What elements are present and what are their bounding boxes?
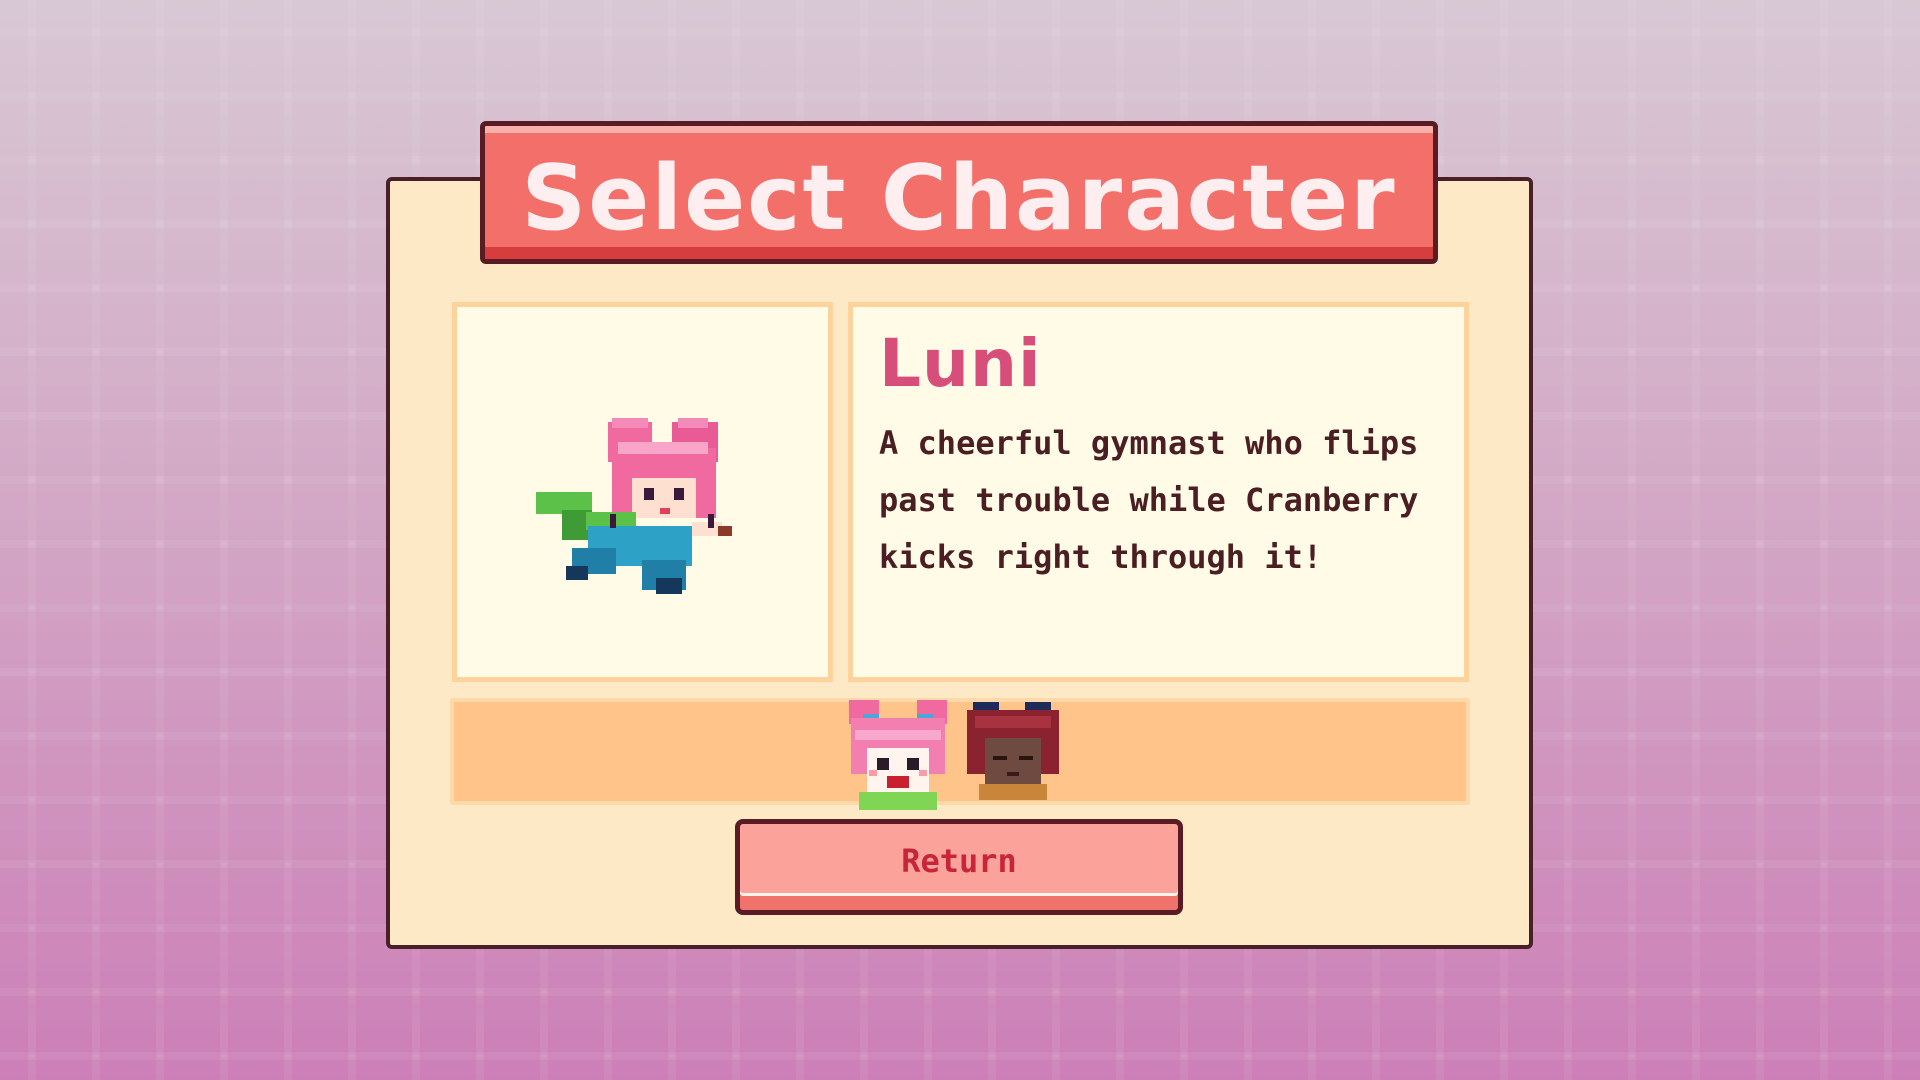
title-banner: Select Character: [480, 121, 1438, 264]
luni-face-icon: [849, 700, 947, 810]
roster-slot-luni[interactable]: [845, 700, 951, 810]
character-roster-bar: [450, 698, 1470, 805]
character-description: A cheerful gymnast who flips past troubl…: [879, 424, 1419, 576]
character-info-panel: Luni A cheerful gymnast who flips past t…: [848, 302, 1469, 682]
cranberry-face-icon: [967, 702, 1059, 800]
roster-slot-cranberry[interactable]: [963, 700, 1069, 810]
character-name: Luni: [879, 325, 1042, 402]
luni-sprite-icon: [536, 418, 732, 594]
return-button-label: Return: [901, 842, 1017, 880]
return-button[interactable]: Return: [735, 819, 1183, 915]
page-title: Select Character: [521, 146, 1397, 251]
